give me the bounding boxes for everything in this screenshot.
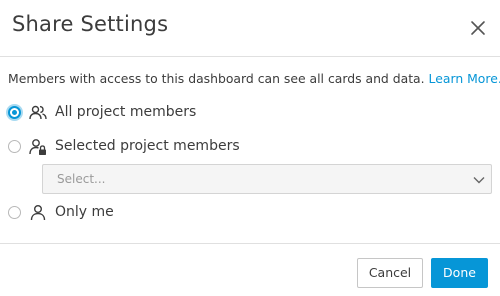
group-icon (29, 105, 47, 120)
done-button[interactable]: Done (431, 258, 488, 288)
option-only-me[interactable]: Only me (8, 202, 128, 224)
option-label: Only me (55, 204, 114, 220)
option-all-project-members[interactable]: All project members (8, 102, 208, 124)
user-lock-icon (29, 139, 46, 155)
dialog-description: Members with access to this dashboard ca… (8, 71, 500, 86)
radio-only-me[interactable] (8, 206, 21, 219)
user-icon (30, 205, 46, 221)
radio-all-project-members[interactable] (8, 106, 21, 119)
chevron-down-icon (473, 177, 485, 184)
description-text: Members with access to this dashboard ca… (8, 71, 425, 86)
dialog-header: Share Settings (0, 0, 500, 57)
option-label: Selected project members (55, 138, 240, 154)
share-settings-dialog: Share Settings Members with access to th… (0, 0, 500, 296)
option-selected-project-members[interactable]: Selected project members (8, 136, 240, 158)
footer-divider (0, 243, 500, 244)
members-select[interactable]: Select... (42, 164, 492, 194)
select-placeholder: Select... (57, 172, 106, 186)
dialog-title: Share Settings (12, 12, 169, 36)
close-icon[interactable] (466, 16, 490, 40)
learn-more-link[interactable]: Learn More. (429, 71, 500, 86)
option-label: All project members (55, 104, 197, 120)
cancel-button[interactable]: Cancel (357, 258, 423, 288)
radio-selected-project-members[interactable] (8, 140, 21, 153)
